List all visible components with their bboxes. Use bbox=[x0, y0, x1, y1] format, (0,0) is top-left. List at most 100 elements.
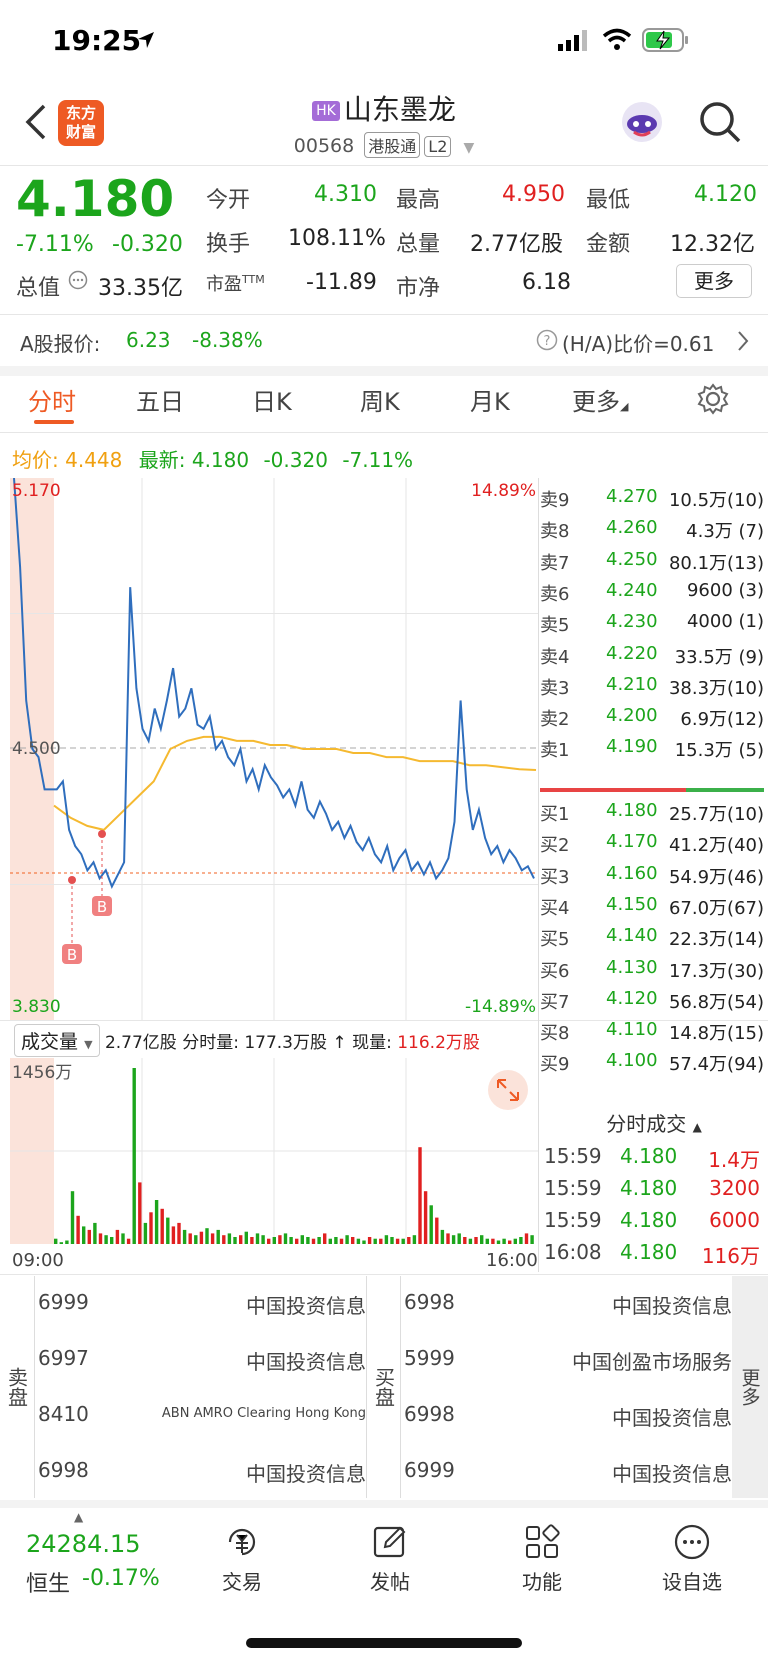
add-watchlist-button[interactable]: 设自选 bbox=[652, 1522, 732, 1595]
a-share-price: 6.23 bbox=[126, 328, 171, 352]
volume-bar bbox=[351, 1237, 355, 1244]
tick-row: 15:59 4.180 3200 bbox=[540, 1176, 760, 1206]
trade-yuan-icon bbox=[228, 1528, 256, 1556]
tab-five-day[interactable]: 五日 bbox=[136, 382, 184, 417]
pe-label: 市盈TTM bbox=[206, 273, 265, 295]
brokers-more-button[interactable]: 更多 bbox=[732, 1276, 768, 1498]
volume-bar bbox=[390, 1237, 394, 1244]
high-value: 4.950 bbox=[502, 182, 565, 207]
volume-bar bbox=[395, 1238, 400, 1244]
ask-level: 卖9 bbox=[540, 490, 570, 511]
a-share-row[interactable]: A股报价: 6.23 -8.38% ? (H/A)比价=0.61 bbox=[0, 316, 768, 364]
sell-broker-row[interactable]: 6998 中国投资信息 bbox=[36, 1444, 366, 1498]
trade-button[interactable]: 交易 bbox=[208, 1522, 276, 1595]
tab-more[interactable]: 更多◢ bbox=[572, 382, 628, 417]
volume-bar bbox=[171, 1226, 176, 1244]
ask-row[interactable]: 卖6 4.240 9600 (3) bbox=[540, 580, 764, 608]
bid-row[interactable]: 买7 4.120 56.8万(54) bbox=[540, 988, 764, 1016]
ask-row[interactable]: 卖1 4.190 15.3万 (5) bbox=[540, 736, 764, 764]
ask-level: 卖1 bbox=[540, 740, 570, 762]
ask-price: 4.210 bbox=[606, 673, 658, 695]
more-button[interactable]: 更多 bbox=[676, 264, 752, 298]
ticks-header[interactable]: 分时成交 ▲ bbox=[540, 1108, 768, 1140]
buy-broker-row[interactable]: 6998 中国投资信息 bbox=[402, 1388, 732, 1442]
bid-price: 4.130 bbox=[606, 956, 658, 978]
volume-chart[interactable]: 1456万 bbox=[10, 1058, 538, 1244]
broker-name: ABN AMRO Clearing Hong Kong bbox=[161, 1406, 366, 1421]
bid-row[interactable]: 买6 4.130 17.3万(30) bbox=[540, 957, 764, 985]
ask-row[interactable]: 卖4 4.220 33.5万 (9) bbox=[540, 643, 764, 671]
buy-side-label: 买盘 bbox=[371, 1367, 396, 1407]
buy-broker-row[interactable]: 5999 中国创盈市场服务 bbox=[402, 1332, 732, 1386]
bid-row[interactable]: 买5 4.140 22.3万(14) bbox=[540, 925, 764, 953]
help-icon[interactable]: ? bbox=[536, 329, 558, 351]
intraday-price-chart[interactable]: 5.170 4.500 3.830 14.89% -14.89% B B bbox=[10, 478, 538, 1020]
ask-row[interactable]: 卖2 4.200 6.9万(12) bbox=[540, 705, 764, 733]
volume-bar bbox=[143, 1222, 148, 1244]
volume-bar bbox=[188, 1233, 192, 1244]
ask-volume: 4.3万 (7) bbox=[686, 521, 764, 543]
volume-bar bbox=[233, 1237, 237, 1244]
volume-bar bbox=[210, 1233, 215, 1244]
functions-button[interactable]: 功能 bbox=[508, 1522, 576, 1595]
volume-minute: 分时量: 177.3万股 bbox=[182, 1033, 328, 1053]
ask-volume: 38.3万(10) bbox=[668, 677, 764, 699]
bid-row[interactable]: 买3 4.160 54.9万(46) bbox=[540, 863, 764, 891]
volume-current: 116.2万股 bbox=[397, 1033, 480, 1053]
bid-row[interactable]: 买8 4.110 14.8万(15) bbox=[540, 1019, 764, 1047]
tab-intraday[interactable]: 分时 bbox=[28, 382, 76, 417]
tab-weekly-k[interactable]: 周K bbox=[360, 382, 400, 417]
mktcap-label: 总值 bbox=[16, 276, 61, 301]
sell-side-label: 卖盘 bbox=[4, 1367, 29, 1407]
search-icon[interactable] bbox=[698, 100, 742, 144]
sell-broker-row[interactable]: 8410 ABN AMRO Clearing Hong Kong bbox=[36, 1388, 366, 1442]
volume-bar bbox=[244, 1231, 248, 1244]
bid-row[interactable]: 买1 4.180 25.7万(10) bbox=[540, 800, 764, 828]
x-axis-end: 16:00 bbox=[486, 1250, 538, 1271]
stock-header: 东方 财富 HK 山东墨龙 00568 港股通 L2 ▼ bbox=[0, 80, 768, 166]
tab-monthly-k[interactable]: 月K bbox=[470, 382, 510, 417]
volume-bar bbox=[524, 1233, 529, 1244]
volume-bar bbox=[435, 1217, 439, 1244]
ha-ratio: (H/A)比价=0.61 bbox=[562, 332, 715, 356]
bid-row[interactable]: 买2 4.170 41.2万(40) bbox=[540, 831, 764, 859]
tick-time: 15:59 bbox=[544, 1208, 602, 1232]
sell-broker-row[interactable]: 6999 中国投资信息 bbox=[36, 1276, 366, 1330]
ask-row[interactable]: 卖7 4.250 80.1万(13) bbox=[540, 549, 764, 577]
volume-bar bbox=[289, 1237, 293, 1244]
ask-row[interactable]: 卖5 4.230 4000 (1) bbox=[540, 611, 764, 639]
tab-active-indicator bbox=[34, 420, 74, 424]
ask-row[interactable]: 卖8 4.260 4.3万 (7) bbox=[540, 517, 764, 545]
volume-bar bbox=[194, 1235, 198, 1244]
index-expand-caret[interactable]: ▲ bbox=[74, 1510, 83, 1524]
ask-volume: 15.3万 (5) bbox=[674, 740, 764, 762]
buy-broker-row[interactable]: 6998 中国投资信息 bbox=[402, 1276, 732, 1330]
post-button[interactable]: 发帖 bbox=[356, 1522, 424, 1595]
bottom-toolbar: ▲ 24284.15 恒生 -0.17% 交易 发帖 功能 设自选 bbox=[0, 1508, 768, 1663]
pct-bottom-label: -14.89% bbox=[465, 997, 536, 1017]
volume-bar bbox=[328, 1238, 332, 1244]
ask-price: 4.240 bbox=[606, 579, 658, 601]
ask-row[interactable]: 卖9 4.270 10.5万(10) bbox=[540, 486, 764, 514]
mktcap-value: 33.35亿 bbox=[98, 276, 183, 301]
volume-selector[interactable]: 成交量 ▼ bbox=[14, 1024, 100, 1057]
info-dots-icon[interactable] bbox=[68, 270, 88, 290]
tick-volume: 3200 bbox=[709, 1176, 760, 1200]
settings-gear-icon[interactable] bbox=[696, 382, 730, 416]
bid-row[interactable]: 买9 4.100 57.4万(94) bbox=[540, 1050, 764, 1078]
tab-daily-k[interactable]: 日K bbox=[252, 382, 292, 417]
ask-row[interactable]: 卖3 4.210 38.3万(10) bbox=[540, 674, 764, 702]
tick-time: 16:08 bbox=[544, 1240, 602, 1264]
ask-price: 4.270 bbox=[606, 486, 658, 507]
robot-assistant-icon[interactable] bbox=[618, 98, 666, 146]
sell-broker-row[interactable]: 6997 中国投资信息 bbox=[36, 1332, 366, 1386]
turnover-value: 108.11% bbox=[288, 226, 386, 251]
last-price: 4.180 bbox=[16, 170, 175, 228]
expand-chart-button[interactable] bbox=[488, 1070, 528, 1110]
bid-row[interactable]: 买4 4.150 67.0万(67) bbox=[540, 894, 764, 922]
buy-broker-row[interactable]: 6999 中国投资信息 bbox=[402, 1444, 732, 1498]
volume-bar bbox=[278, 1235, 282, 1244]
x-axis-start: 09:00 bbox=[12, 1250, 64, 1271]
connect-tag: 港股通 bbox=[364, 132, 421, 158]
index-value[interactable]: 24284.15 bbox=[26, 1530, 141, 1558]
